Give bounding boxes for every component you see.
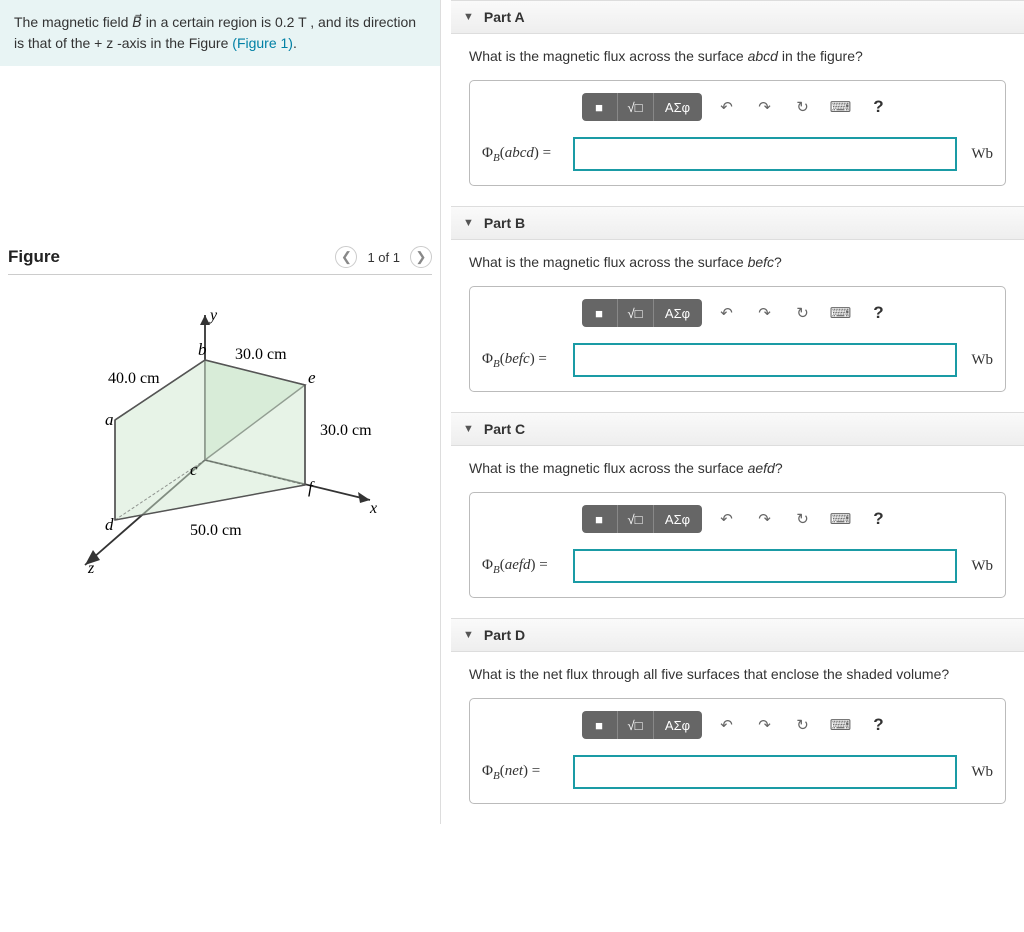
unit-label: Wb (971, 764, 993, 781)
undo-button[interactable]: ↶ (712, 711, 742, 739)
svg-text:z: z (87, 560, 95, 575)
redo-button[interactable]: ↷ (750, 93, 780, 121)
answer-box-a: ■ √□ ΑΣφ ↶ ↷ ↻ ⌨ ? ΦB(abcd) = Wb (469, 80, 1006, 186)
answer-input-b[interactable] (573, 343, 957, 377)
figure-nav: ❮ 1 of 1 ❯ (335, 246, 432, 268)
part-a-question: What is the magnetic flux across the sur… (451, 34, 1024, 74)
redo-button[interactable]: ↷ (750, 711, 780, 739)
svg-text:30.0 cm: 30.0 cm (320, 422, 372, 439)
part-b-question: What is the magnetic flux across the sur… (451, 240, 1024, 280)
reset-button[interactable]: ↻ (788, 299, 818, 327)
svg-text:a: a (105, 410, 114, 429)
greek-button[interactable]: ΑΣφ (654, 299, 702, 327)
svg-text:x: x (369, 500, 377, 517)
reset-button[interactable]: ↻ (788, 711, 818, 739)
undo-button[interactable]: ↶ (712, 93, 742, 121)
unit-label: Wb (971, 146, 993, 163)
root-button[interactable]: √□ (618, 93, 654, 121)
figure-link[interactable]: (Figure 1) (232, 35, 293, 51)
help-button[interactable]: ? (864, 505, 894, 533)
reset-button[interactable]: ↻ (788, 505, 818, 533)
svg-text:b: b (198, 340, 207, 359)
answer-box-d: ■ √□ ΑΣφ ↶ ↷ ↻ ⌨ ? ΦB(net) = Wb (469, 698, 1006, 804)
part-d-question: What is the net flux through all five su… (451, 652, 1024, 692)
help-button[interactable]: ? (864, 711, 894, 739)
equation-toolbar: ■ √□ ΑΣφ (582, 299, 702, 327)
flux-label-c: ΦB(aefd) = (482, 557, 567, 576)
redo-button[interactable]: ↷ (750, 505, 780, 533)
unit-label: Wb (971, 352, 993, 369)
equation-toolbar: ■ √□ ΑΣφ (582, 93, 702, 121)
part-d-header[interactable]: ▼ Part D (451, 618, 1024, 652)
svg-text:e: e (308, 368, 316, 387)
figure-next-button[interactable]: ❯ (410, 246, 432, 268)
caret-down-icon: ▼ (463, 629, 474, 641)
part-b-header[interactable]: ▼ Part B (451, 206, 1024, 240)
fraction-button[interactable]: ■ (582, 711, 618, 739)
root-button[interactable]: √□ (618, 505, 654, 533)
answer-box-b: ■ √□ ΑΣφ ↶ ↷ ↻ ⌨ ? ΦB(befc) = Wb (469, 286, 1006, 392)
figure-diagram: y x z (8, 305, 432, 575)
help-button[interactable]: ? (864, 299, 894, 327)
flux-label-b: ΦB(befc) = (482, 351, 567, 370)
fraction-button[interactable]: ■ (582, 299, 618, 327)
figure-counter: 1 of 1 (367, 250, 400, 265)
problem-statement: The magnetic field B⃗ in a certain regio… (0, 0, 440, 66)
caret-down-icon: ▼ (463, 11, 474, 23)
root-button[interactable]: √□ (618, 711, 654, 739)
help-button[interactable]: ? (864, 93, 894, 121)
figure-prev-button[interactable]: ❮ (335, 246, 357, 268)
undo-button[interactable]: ↶ (712, 505, 742, 533)
answer-input-c[interactable] (573, 549, 957, 583)
svg-text:c: c (190, 460, 198, 479)
svg-text:50.0 cm: 50.0 cm (190, 522, 242, 539)
answer-input-a[interactable] (573, 137, 957, 171)
flux-label-a: ΦB(abcd) = (482, 145, 567, 164)
redo-button[interactable]: ↷ (750, 299, 780, 327)
part-title: Part B (484, 215, 525, 231)
root-button[interactable]: √□ (618, 299, 654, 327)
caret-down-icon: ▼ (463, 217, 474, 229)
svg-text:30.0 cm: 30.0 cm (235, 346, 287, 363)
part-title: Part A (484, 9, 525, 25)
figure-title: Figure (8, 247, 60, 267)
keyboard-button[interactable]: ⌨ (826, 299, 856, 327)
svg-text:f: f (308, 478, 315, 497)
part-c-question: What is the magnetic flux across the sur… (451, 446, 1024, 486)
fraction-button[interactable]: ■ (582, 93, 618, 121)
caret-down-icon: ▼ (463, 423, 474, 435)
vector-b: B⃗ (132, 14, 142, 30)
reset-button[interactable]: ↻ (788, 93, 818, 121)
part-title: Part C (484, 421, 525, 437)
keyboard-button[interactable]: ⌨ (826, 711, 856, 739)
part-a-header[interactable]: ▼ Part A (451, 0, 1024, 34)
undo-button[interactable]: ↶ (712, 299, 742, 327)
greek-button[interactable]: ΑΣφ (654, 505, 702, 533)
keyboard-button[interactable]: ⌨ (826, 93, 856, 121)
svg-text:40.0 cm: 40.0 cm (108, 370, 160, 387)
svg-text:d: d (105, 515, 114, 534)
problem-text-post: . (293, 35, 297, 51)
fraction-button[interactable]: ■ (582, 505, 618, 533)
equation-toolbar: ■ √□ ΑΣφ (582, 505, 702, 533)
answer-box-c: ■ √□ ΑΣφ ↶ ↷ ↻ ⌨ ? ΦB(aefd) = Wb (469, 492, 1006, 598)
greek-button[interactable]: ΑΣφ (654, 93, 702, 121)
problem-text: The magnetic field (14, 14, 132, 30)
unit-label: Wb (971, 558, 993, 575)
answer-input-d[interactable] (573, 755, 957, 789)
part-title: Part D (484, 627, 525, 643)
flux-label-d: ΦB(net) = (482, 763, 567, 782)
keyboard-button[interactable]: ⌨ (826, 505, 856, 533)
greek-button[interactable]: ΑΣφ (654, 711, 702, 739)
svg-text:y: y (208, 307, 218, 324)
equation-toolbar: ■ √□ ΑΣφ (582, 711, 702, 739)
part-c-header[interactable]: ▼ Part C (451, 412, 1024, 446)
